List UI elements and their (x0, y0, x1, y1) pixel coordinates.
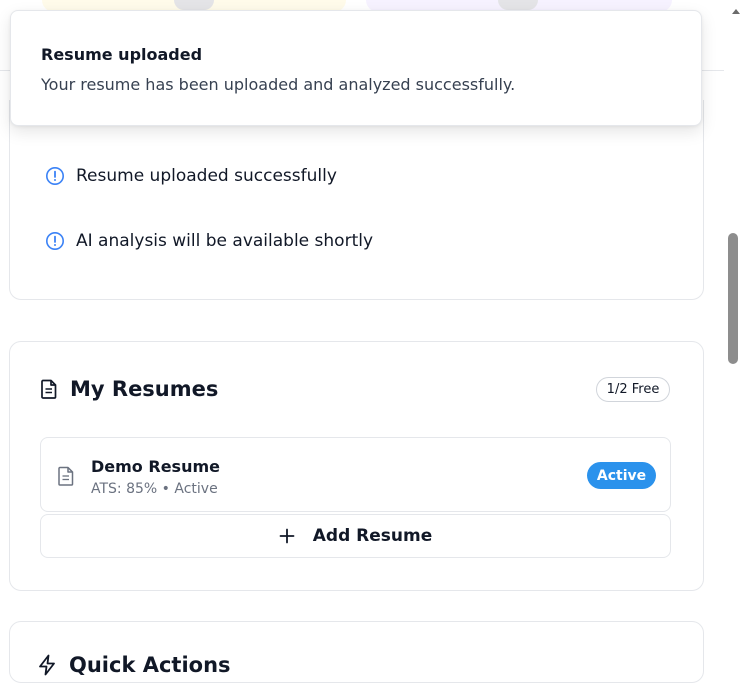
quick-actions-title-text: Quick Actions (69, 653, 231, 677)
file-text-icon (57, 466, 75, 486)
toast-description: Your resume has been uploaded and analyz… (41, 75, 516, 94)
plus-icon (279, 528, 295, 544)
document-icon (40, 379, 58, 399)
lightning-icon (37, 654, 57, 676)
stat-icon (174, 0, 214, 10)
resume-analysis-card (9, 100, 704, 300)
info-circle-icon (45, 231, 65, 251)
my-resumes-title-text: My Resumes (70, 377, 219, 401)
status-badge: Active (587, 462, 656, 489)
quick-actions-title: Quick Actions (37, 653, 231, 677)
analysis-status-item: AI analysis will be available shortly (45, 231, 373, 251)
resume-name: Demo Resume (91, 457, 220, 476)
analysis-status-text: Resume uploaded successfully (76, 166, 337, 186)
scrollbar-thumb[interactable] (728, 233, 738, 364)
analysis-status-text: AI analysis will be available shortly (76, 231, 374, 251)
analysis-status-item: Resume uploaded successfully (45, 166, 337, 186)
toast-notification[interactable]: Resume uploaded Your resume has been upl… (10, 10, 702, 126)
resume-list-item[interactable]: Demo Resume ATS: 85% • Active Active (40, 437, 671, 512)
scroll-up-arrow-icon[interactable] (731, 0, 741, 14)
my-resumes-title: My Resumes (40, 377, 218, 401)
info-circle-icon (45, 166, 65, 186)
stat-icon (498, 0, 538, 10)
toast-title: Resume uploaded (41, 45, 203, 64)
plan-usage-badge: 1/2 Free (596, 377, 670, 402)
add-resume-label: Add Resume (312, 526, 433, 546)
resume-meta: ATS: 85% • Active (91, 481, 218, 497)
add-resume-button[interactable]: Add Resume (40, 514, 671, 558)
